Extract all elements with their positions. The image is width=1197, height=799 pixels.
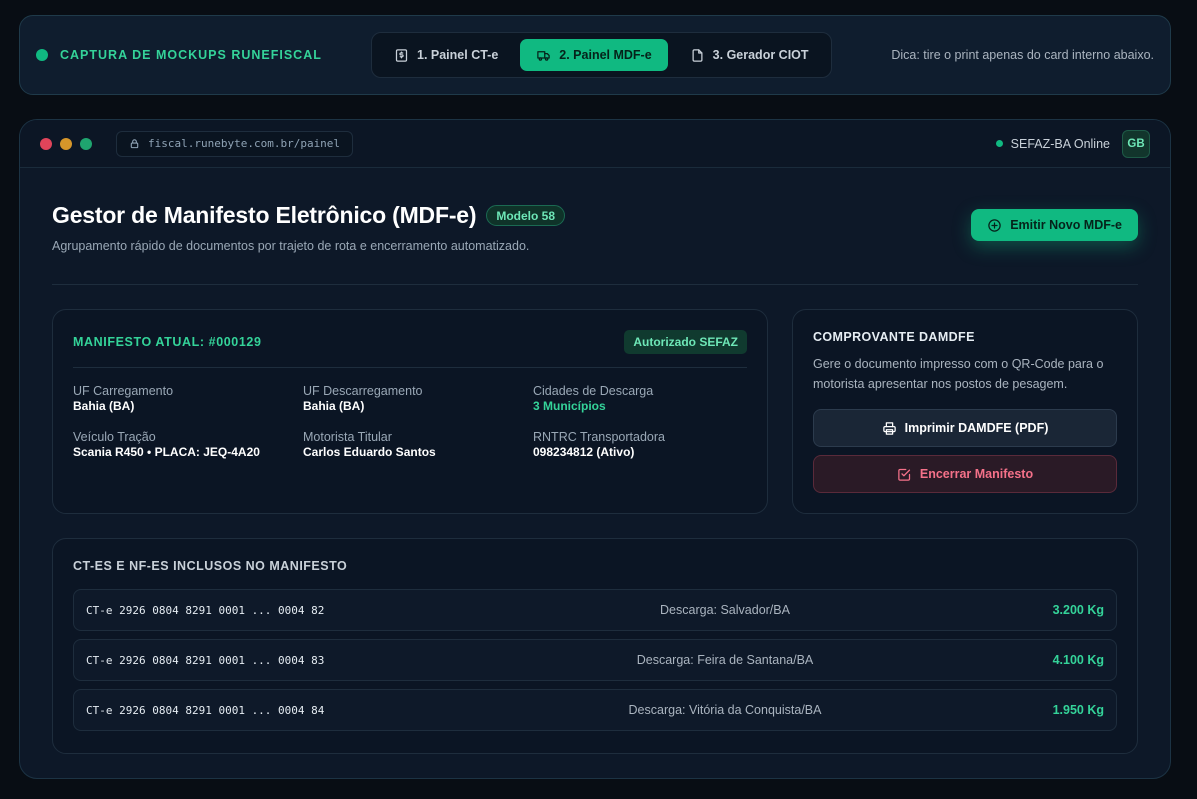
brand-title: CAPTURA DE MOCKUPS RUNEFISCAL [60, 48, 322, 62]
document-weight: 1.950 Kg [1052, 703, 1104, 717]
field-value: Bahia (BA) [73, 399, 135, 413]
title-row: Gestor de Manifesto Eletrônico (MDF-e) M… [52, 202, 566, 229]
url-text: fiscal.runebyte.com.br/painel [148, 137, 341, 150]
cards-row: MANIFESTO ATUAL: #000129 Autorizado SEFA… [52, 309, 1138, 514]
field-label: UF Descarregamento [303, 384, 423, 398]
document-destination: Descarga: Salvador/BA [660, 603, 790, 617]
field-uf-carregamento: UF Carregamento Bahia (BA) [73, 384, 303, 413]
field-value: Scania R450 • PLACA: JEQ-4A20 [73, 445, 260, 459]
tip-text: Dica: tire o print apenas do card intern… [891, 48, 1154, 62]
list-item[interactable]: CT-e 2926 0804 8291 0001 ... 0004 82 Des… [73, 589, 1117, 631]
window-chrome: fiscal.runebyte.com.br/painel SEFAZ-BA O… [20, 120, 1170, 168]
manifest-card-header: MANIFESTO ATUAL: #000129 Autorizado SEFA… [73, 330, 747, 368]
manifest-fields: UF Carregamento Bahia (BA) UF Descarrega… [73, 384, 747, 459]
field-cidades-descarga: Cidades de Descarga 3 Municípios [533, 384, 753, 413]
mockup-topbar: CAPTURA DE MOCKUPS RUNEFISCAL 1. Painel … [19, 15, 1171, 95]
documents-list: CT-e 2926 0804 8291 0001 ... 0004 82 Des… [73, 589, 1117, 731]
window-controls [40, 137, 92, 150]
field-label: Veículo Tração [73, 430, 156, 444]
field-label: Cidades de Descarga [533, 384, 654, 398]
field-veiculo-tracao: Veículo Tração Scania R450 • PLACA: JEQ-… [73, 430, 303, 459]
print-damdfe-button[interactable]: Imprimir DAMDFE (PDF) [813, 409, 1117, 447]
model-badge: Modelo 58 [486, 205, 566, 226]
close-manifest-button[interactable]: Encerrar Manifesto [813, 455, 1117, 493]
emit-button-label: Emitir Novo MDF-e [1010, 218, 1122, 232]
list-item[interactable]: CT-e 2926 0804 8291 0001 ... 0004 84 Des… [73, 689, 1117, 731]
tab-painel-cte[interactable]: 1. Painel CT-e [378, 39, 514, 71]
checkbox-icon [898, 468, 910, 481]
documents-title: CT-ES E NF-ES INCLUSOS NO MANIFESTO [73, 559, 348, 573]
page-header: Gestor de Manifesto Eletrônico (MDF-e) M… [52, 202, 1138, 253]
main-content: Gestor de Manifesto Eletrônico (MDF-e) M… [20, 168, 1170, 754]
manifest-title: MANIFESTO ATUAL: #000129 [73, 335, 262, 349]
brand: CAPTURA DE MOCKUPS RUNEFISCAL [36, 48, 371, 62]
page-title: Gestor de Manifesto Eletrônico (MDF-e) [52, 202, 477, 228]
document-key: CT-e 2926 0804 8291 0001 ... 0004 84 [86, 703, 325, 717]
status-badge: Autorizado SEFAZ [624, 330, 747, 354]
close-window-button[interactable] [40, 137, 52, 150]
file-icon [692, 48, 703, 62]
document-key: CT-e 2926 0804 8291 0001 ... 0004 83 [86, 653, 325, 667]
avatar[interactable]: GB [1122, 129, 1150, 158]
field-value: Carlos Eduardo Santos [303, 445, 436, 459]
tab-painel-mdfe[interactable]: 2. Painel MDF-e [520, 39, 668, 71]
manifest-card: MANIFESTO ATUAL: #000129 Autorizado SEFA… [52, 309, 768, 514]
print-button-label: Imprimir DAMDFE (PDF) [904, 421, 1049, 435]
list-item[interactable]: CT-e 2926 0804 8291 0001 ... 0004 83 Des… [73, 639, 1117, 681]
field-uf-descarregamento: UF Descarregamento Bahia (BA) [303, 384, 533, 413]
receipt-icon [395, 48, 408, 62]
field-label: Motorista Titular [303, 430, 392, 444]
tab-label: 1. Painel CT-e [417, 48, 499, 62]
address-bar[interactable]: fiscal.runebyte.com.br/painel [116, 130, 354, 157]
app-window: fiscal.runebyte.com.br/painel SEFAZ-BA O… [19, 119, 1171, 779]
damdfe-title: COMPROVANTE DAMDFE [813, 330, 975, 344]
document-destination: Descarga: Feira de Santana/BA [636, 653, 814, 667]
page-header-text: Gestor de Manifesto Eletrônico (MDF-e) M… [52, 202, 566, 253]
maximize-window-button[interactable] [80, 137, 92, 150]
truck-icon [537, 50, 551, 61]
document-weight: 3.200 Kg [1052, 603, 1104, 617]
documents-card: CT-ES E NF-ES INCLUSOS NO MANIFESTO CT-e… [52, 538, 1138, 754]
brand-dot-icon [36, 49, 48, 61]
field-value: Bahia (BA) [303, 399, 365, 413]
emit-mdfe-button[interactable]: Emitir Novo MDF-e [971, 209, 1138, 241]
tab-label: 2. Painel MDF-e [559, 48, 652, 62]
field-motorista-titular: Motorista Titular Carlos Eduardo Santos [303, 430, 533, 459]
document-weight: 4.100 Kg [1052, 653, 1104, 667]
field-value-link[interactable]: 3 Municípios [533, 399, 753, 413]
header-divider [52, 284, 1138, 285]
damdfe-description: Gere o documento impresso com o QR-Code … [813, 357, 1104, 391]
tab-label: 3. Gerador CIOT [712, 48, 809, 62]
plus-circle-icon [988, 218, 1001, 232]
damdfe-card: COMPROVANTE DAMDFE Gere o documento impr… [792, 309, 1138, 514]
tab-bar: 1. Painel CT-e 2. Painel MDF-e 3. Gerado… [371, 32, 832, 78]
printer-icon [882, 421, 896, 435]
page-subtitle: Agrupamento rápido de documentos por tra… [52, 239, 530, 253]
status-text: SEFAZ-BA Online [1010, 136, 1110, 151]
status-dot-icon [995, 140, 1003, 147]
field-rntrc: RNTRC Transportadora 098234812 (Ativo) [533, 430, 753, 459]
field-label: UF Carregamento [73, 384, 174, 398]
field-label: RNTRC Transportadora [533, 430, 665, 444]
close-button-label: Encerrar Manifesto [919, 467, 1034, 481]
document-key: CT-e 2926 0804 8291 0001 ... 0004 82 [86, 603, 325, 617]
field-value: 098234812 (Ativo) [533, 445, 635, 459]
lock-icon [130, 139, 139, 149]
tab-gerador-ciot[interactable]: 3. Gerador CIOT [674, 39, 825, 71]
minimize-window-button[interactable] [60, 137, 72, 150]
document-destination: Descarga: Vitória da Conquista/BA [628, 703, 822, 717]
sefaz-status: SEFAZ-BA Online [995, 136, 1110, 151]
